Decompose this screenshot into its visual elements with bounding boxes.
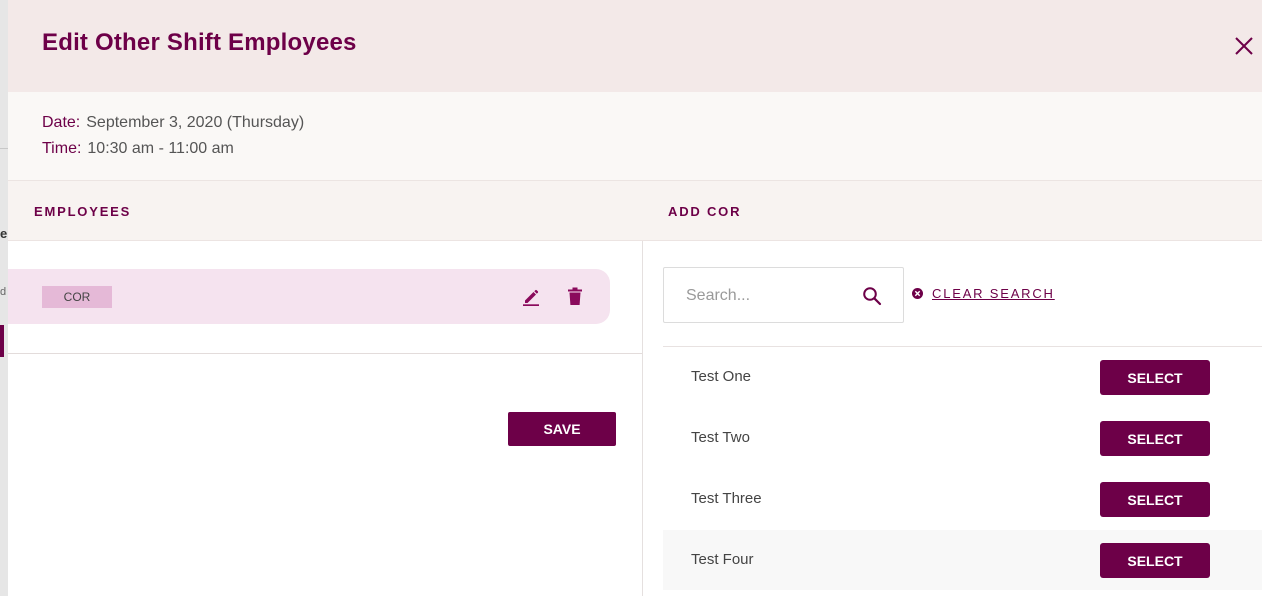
result-name: Test One [691, 368, 752, 385]
background-text-fragment: d [0, 286, 7, 298]
employee-row: COR [8, 269, 610, 324]
clear-search-icon[interactable] [912, 288, 923, 299]
section-header-bar: EMPLOYEES ADD COR [8, 180, 1262, 241]
result-row: Test Three SELECT [663, 469, 1262, 529]
search-input[interactable] [686, 284, 846, 308]
shift-date: Date: September 3, 2020 (Thursday) [42, 114, 304, 132]
date-value: September 3, 2020 (Thursday) [86, 114, 305, 131]
modal-title: Edit Other Shift Employees [42, 29, 357, 56]
employees-separator [8, 353, 642, 354]
background-page [0, 0, 8, 596]
edit-shift-modal: Edit Other Shift Employees Date: Septembe… [8, 0, 1262, 596]
select-button[interactable]: SELECT [1100, 543, 1210, 578]
search-icon[interactable] [862, 286, 882, 306]
background-divider [0, 148, 8, 149]
close-icon[interactable] [1233, 35, 1255, 57]
select-button[interactable]: SELECT [1100, 421, 1210, 456]
select-button[interactable]: SELECT [1100, 482, 1210, 517]
time-label: Time: [42, 140, 82, 157]
result-name: Test Two [691, 429, 750, 446]
time-value: 10:30 am - 11:00 am [87, 140, 234, 157]
result-name: Test Three [691, 490, 762, 507]
result-name: Test Four [691, 551, 754, 568]
trash-icon[interactable] [567, 287, 583, 306]
clear-search-link[interactable]: CLEAR SEARCH [932, 286, 1055, 301]
result-row: Test One SELECT [663, 347, 1262, 407]
modal-header: Edit Other Shift Employees [8, 0, 1262, 92]
panel-divider [642, 241, 643, 596]
background-button-edge [0, 325, 4, 357]
pencil-icon[interactable] [522, 288, 540, 306]
save-button[interactable]: SAVE [508, 412, 616, 446]
select-button[interactable]: SELECT [1100, 360, 1210, 395]
result-row: Test Four SELECT [663, 530, 1262, 590]
employee-tag: COR [42, 286, 112, 308]
employees-heading: EMPLOYEES [34, 204, 132, 219]
result-row: Test Two SELECT [663, 408, 1262, 468]
search-box [663, 267, 904, 323]
add-cor-heading: ADD COR [668, 204, 742, 219]
shift-info: Date: September 3, 2020 (Thursday) Time: 1… [8, 92, 1262, 180]
shift-time: Time: 10:30 am - 11:00 am [42, 140, 234, 158]
date-label: Date: [42, 114, 81, 131]
